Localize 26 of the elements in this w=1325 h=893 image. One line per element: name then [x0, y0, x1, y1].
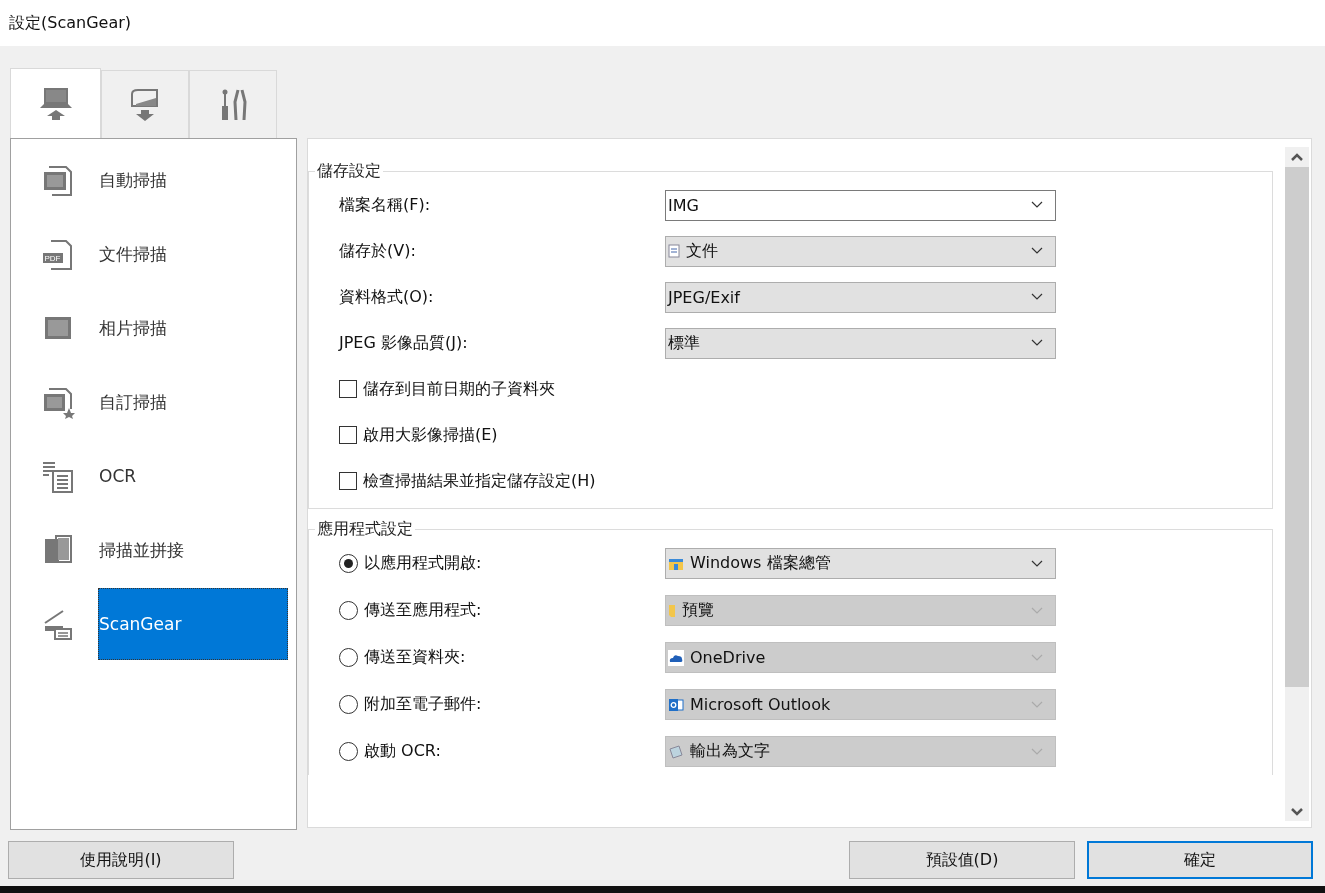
- dropdown-field[interactable]: Windows 檔案總管: [665, 548, 1056, 579]
- sidebar-item[interactable]: OCR: [99, 440, 289, 512]
- dropdown-field[interactable]: IMG: [665, 189, 1056, 221]
- field-label: 檔案名稱(F):: [339, 194, 432, 216]
- checkbox-label[interactable]: 檢查掃描結果並指定儲存設定(H): [363, 470, 596, 492]
- field-label: JPEG 影像品質(J):: [339, 332, 469, 354]
- checkbox-label[interactable]: 啟用大影像掃描(E): [363, 424, 498, 446]
- dropdown-field[interactable]: 標準: [665, 327, 1056, 359]
- radio-label[interactable]: 以應用程式開啟:: [364, 553, 482, 574]
- sidebar-item[interactable]: 自訂掃描: [99, 366, 289, 438]
- defaults-button[interactable]: 預設值(D): [849, 841, 1075, 879]
- help-button[interactable]: 使用說明(I): [8, 841, 234, 879]
- window-title: 設定(ScanGear): [9, 12, 131, 34]
- sidebar-item[interactable]: 掃描並拼接: [99, 514, 289, 586]
- dropdown-field[interactable]: 文件: [665, 235, 1056, 267]
- dropdown-field[interactable]: JPEG/Exif: [665, 281, 1056, 313]
- sidebar-item[interactable]: 自動掃描: [99, 144, 289, 216]
- sidebar-item[interactable]: ScanGear: [98, 588, 288, 660]
- sidebar-item[interactable]: 文件掃描: [99, 218, 289, 290]
- ok-button[interactable]: 確定: [1087, 841, 1313, 879]
- checkbox-label[interactable]: 儲存到目前日期的子資料夾: [363, 378, 555, 400]
- group-title: 儲存設定: [316, 161, 382, 182]
- field-label: 儲存於(V):: [339, 240, 417, 262]
- sidebar-item[interactable]: 相片掃描: [99, 292, 289, 364]
- field-label: 資料格式(O):: [339, 286, 435, 308]
- group-title: 應用程式設定: [316, 519, 414, 540]
